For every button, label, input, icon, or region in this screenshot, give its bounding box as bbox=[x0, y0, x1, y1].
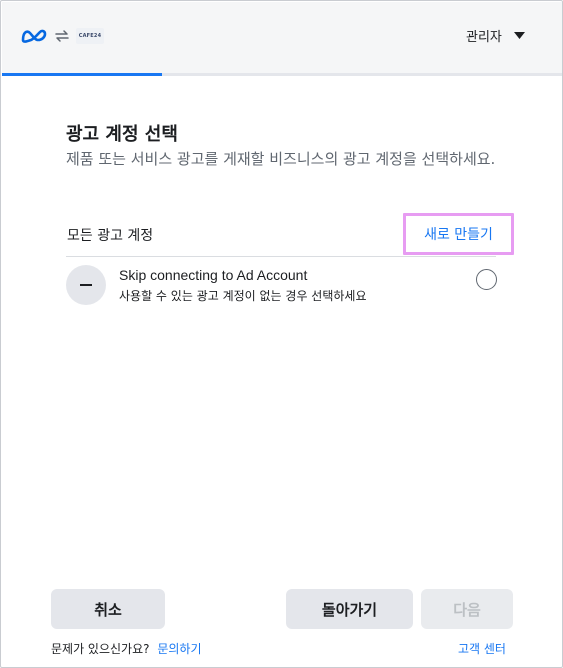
caret-down-icon bbox=[513, 31, 525, 39]
sync-icon bbox=[55, 30, 69, 42]
back-button[interactable]: 돌아가기 bbox=[286, 589, 413, 629]
progress-bar-fill bbox=[2, 73, 162, 76]
option-radio[interactable] bbox=[476, 269, 497, 290]
cancel-button[interactable]: 취소 bbox=[51, 589, 165, 629]
help-text: 문제가 있으신가요? bbox=[51, 642, 150, 656]
avatar bbox=[66, 265, 106, 305]
section-label: 모든 광고 계정 bbox=[67, 228, 154, 244]
meta-logo-icon bbox=[21, 29, 47, 43]
option-subtitle: 사용할 수 있는 광고 계정이 없는 경우 선택하세요 bbox=[119, 289, 367, 303]
page-title: 광고 계정 선택 bbox=[66, 124, 178, 145]
option-title: Skip connecting to Ad Account bbox=[119, 267, 308, 283]
next-button[interactable]: 다음 bbox=[421, 589, 513, 629]
account-menu[interactable]: 관리자 bbox=[466, 24, 525, 46]
progress-bar bbox=[2, 73, 562, 76]
account-menu-label: 관리자 bbox=[466, 29, 502, 45]
page-description: 제품 또는 서비스 광고를 게재할 비즈니스의 광고 계정을 선택하세요. bbox=[66, 150, 496, 168]
divider bbox=[66, 256, 496, 257]
partner-logo: CAFE24 bbox=[76, 28, 104, 44]
dialog-header: CAFE24 관리자 bbox=[2, 2, 562, 74]
contact-link[interactable]: 문의하기 bbox=[157, 642, 201, 656]
account-option-skip[interactable]: Skip connecting to Ad Account 사용할 수 있는 광… bbox=[66, 263, 506, 307]
dialog-frame: CAFE24 관리자 광고 계정 선택 제품 또는 서비스 광고를 게재할 비즈… bbox=[0, 0, 563, 668]
support-center-link[interactable]: 고객 센터 bbox=[458, 640, 506, 657]
create-new-button[interactable]: 새로 만들기 bbox=[403, 213, 514, 255]
help-row: 문제가 있으신가요? 문의하기 bbox=[51, 640, 202, 657]
dash-icon bbox=[80, 284, 92, 286]
